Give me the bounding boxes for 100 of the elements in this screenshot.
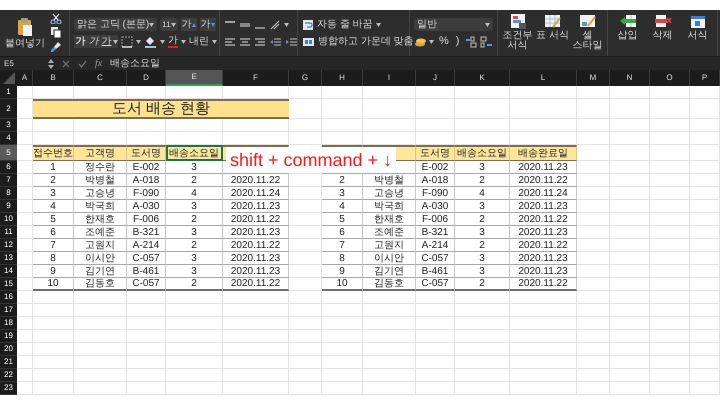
table-cell: 고승녕 — [363, 187, 416, 200]
row-header[interactable]: 8 — [0, 187, 17, 200]
column-header[interactable]: B — [33, 70, 74, 86]
column-header[interactable]: M — [577, 70, 610, 86]
formula-field[interactable]: 배송소요일 — [110, 56, 160, 71]
table-cell: 고원지 — [74, 239, 127, 252]
font-grow-button[interactable]: 가 — [180, 18, 197, 31]
column-header[interactable]: K — [455, 70, 510, 86]
cell-style-button[interactable]: 셀 스타일 — [570, 13, 604, 51]
column-header[interactable]: O — [650, 70, 690, 86]
table-cell: 김동호 — [74, 278, 127, 291]
table-cell: 9 — [33, 265, 74, 278]
phonetic-button[interactable]: 내린 — [189, 36, 209, 46]
sheet-title: 도서 배송 현황 — [33, 99, 289, 119]
row-header[interactable]: 15 — [0, 278, 17, 291]
italic-button[interactable]: 가 — [87, 36, 100, 46]
column-header[interactable]: G — [289, 70, 322, 86]
row-header[interactable]: 10 — [0, 213, 17, 226]
row-header[interactable]: 4 — [0, 132, 17, 145]
wrap-text-button[interactable]: 자동 줄 바꿈 — [317, 20, 373, 30]
table-cell: 10 — [33, 278, 74, 291]
table-cell: 이시안 — [363, 252, 416, 265]
row-header[interactable]: 22 — [0, 369, 17, 382]
bold-button[interactable]: 가 — [74, 36, 87, 46]
font-name-dropdown[interactable]: 맑은 고딕 (본문) — [74, 18, 158, 31]
table-cell: 2 — [33, 174, 74, 187]
font-size-dropdown[interactable]: 11 — [160, 18, 178, 31]
table-cell: C-057 — [416, 252, 455, 265]
column-header[interactable]: H — [322, 70, 363, 86]
name-box[interactable]: E5 — [0, 58, 40, 70]
table-cell: 조예준 — [363, 226, 416, 239]
percent-button[interactable]: % — [437, 36, 451, 47]
table-cell: 2020.11.24 — [510, 187, 577, 200]
row-header[interactable]: 16 — [0, 291, 17, 304]
row-header[interactable]: 3 — [0, 119, 17, 132]
table-cell: A-030 — [127, 200, 166, 213]
font-color-button[interactable]: 가 — [168, 36, 178, 48]
table-format-button[interactable]: 표 서식 — [536, 13, 570, 41]
column-header[interactable]: P — [690, 70, 720, 86]
column-header[interactable]: E — [166, 70, 223, 86]
table-cell: 4 — [166, 187, 223, 200]
table-cell: A-030 — [416, 200, 455, 213]
table-cell: B-461 — [127, 265, 166, 278]
row-header[interactable]: 20 — [0, 343, 17, 356]
row-header[interactable]: 5 — [0, 145, 17, 161]
table-cell: 3 — [455, 252, 510, 265]
table-cell: 2020.11.24 — [223, 187, 289, 200]
row-header[interactable]: 2 — [0, 99, 17, 119]
column-header[interactable]: N — [610, 70, 650, 86]
table-cell: 2020.11.23 — [223, 252, 289, 265]
table-cell: 한재호 — [363, 213, 416, 226]
table-cell: 2020.11.23 — [223, 226, 289, 239]
table-cell: 6 — [322, 226, 363, 239]
table-cell: 2020.11.23 — [510, 200, 577, 213]
column-header[interactable]: A — [17, 70, 33, 86]
table-cell: 2020.11.22 — [223, 174, 289, 187]
row-header[interactable]: 21 — [0, 356, 17, 369]
table-cell: B-321 — [127, 226, 166, 239]
column-header[interactable]: C — [74, 70, 127, 86]
column-heading: 도서명 — [127, 145, 166, 161]
table-cell: 3 — [322, 187, 363, 200]
table-cell: 5 — [33, 213, 74, 226]
row-header[interactable]: 9 — [0, 200, 17, 213]
conditional-format-button[interactable]: 조건부 서식 — [500, 13, 534, 51]
row-header[interactable]: 12 — [0, 239, 17, 252]
delete-button[interactable]: 삭제 — [646, 13, 680, 41]
column-header[interactable]: J — [416, 70, 455, 86]
table-cell: 10 — [322, 278, 363, 291]
row-header[interactable]: 1 — [0, 86, 17, 99]
insert-button[interactable]: 삽입 — [610, 13, 644, 41]
number-format-dropdown[interactable]: 일반 — [414, 18, 493, 31]
table-cell: 김기연 — [74, 265, 127, 278]
table-cell: 2020.11.22 — [223, 213, 289, 226]
row-header[interactable]: 23 — [0, 382, 17, 395]
table-cell: 7 — [322, 239, 363, 252]
paste-button[interactable]: 붙여넣기 — [4, 17, 46, 49]
comma-button[interactable]: ) — [454, 36, 462, 47]
row-header[interactable]: 6 — [0, 161, 17, 174]
format-button[interactable]: 서식 — [680, 13, 714, 41]
row-header[interactable]: 17 — [0, 304, 17, 317]
row-header[interactable]: 7 — [0, 174, 17, 187]
column-header[interactable]: F — [223, 70, 289, 86]
table-cell: 6 — [33, 226, 74, 239]
table-cell: C-057 — [127, 252, 166, 265]
column-header[interactable]: L — [510, 70, 577, 86]
row-header[interactable]: 11 — [0, 226, 17, 239]
font-shrink-button[interactable]: 가 — [200, 18, 216, 31]
row-header[interactable]: 19 — [0, 330, 17, 343]
shortcut-caption: shift + command + ↓ — [226, 147, 396, 173]
row-header[interactable]: 18 — [0, 317, 17, 330]
underline-button[interactable]: 가 — [100, 36, 113, 46]
column-header[interactable]: I — [363, 70, 416, 86]
merge-center-button[interactable]: 병합하고 가운데 맞춤 — [318, 36, 414, 46]
table-cell: A-214 — [416, 239, 455, 252]
row-header[interactable]: 14 — [0, 265, 17, 278]
table-cell: 3 — [455, 226, 510, 239]
column-header[interactable]: D — [127, 70, 166, 86]
table-cell: 2020.11.23 — [510, 252, 577, 265]
function-button[interactable]: fx — [95, 56, 102, 71]
row-header[interactable]: 13 — [0, 252, 17, 265]
